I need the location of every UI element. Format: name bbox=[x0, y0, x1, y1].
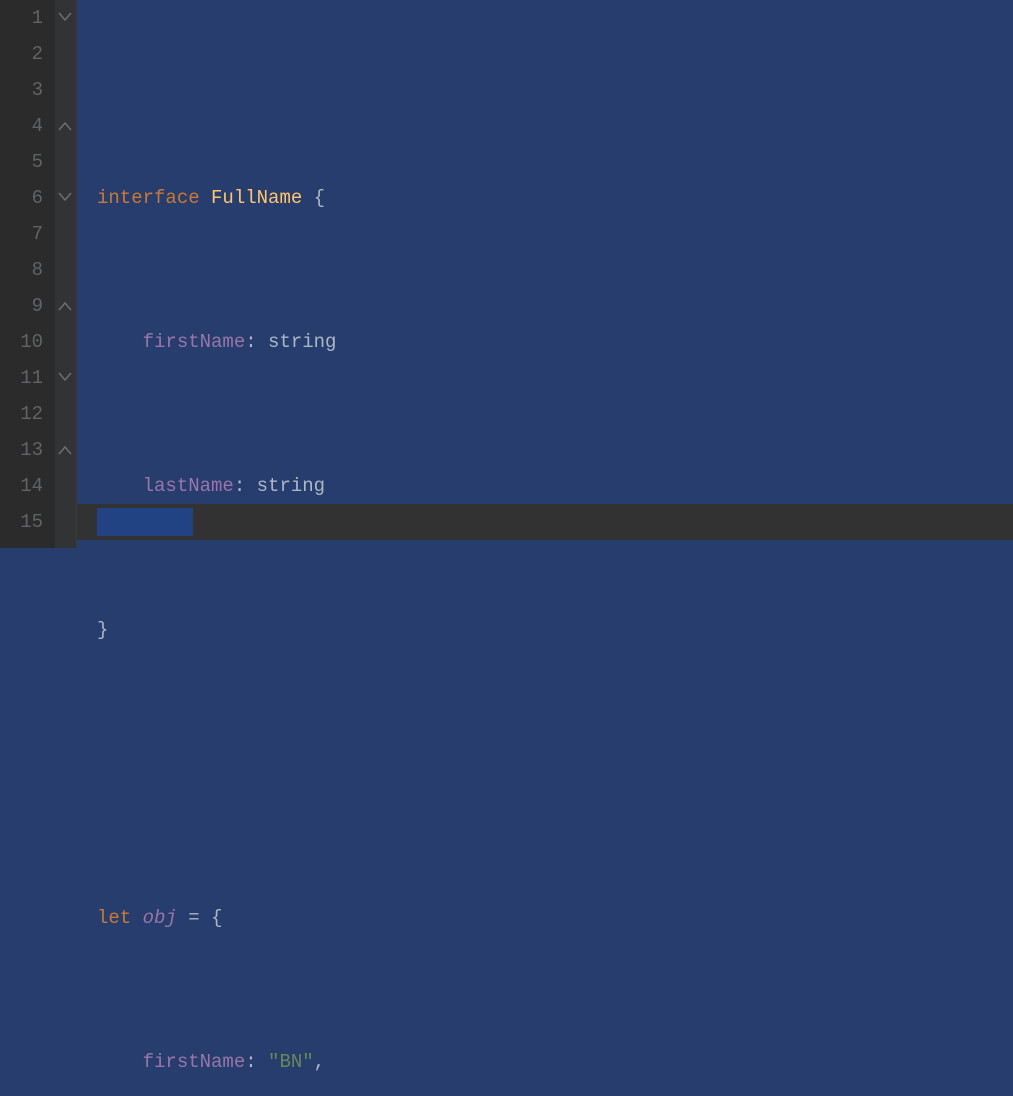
code-line[interactable]: interface FullName { bbox=[97, 180, 1013, 216]
code-editor[interactable]: interface FullName { firstName: string l… bbox=[97, 0, 1013, 548]
fold-gutter-spacer bbox=[55, 72, 77, 108]
type: string bbox=[257, 475, 325, 497]
line-number: 2 bbox=[0, 36, 43, 72]
fold-gutter-spacer bbox=[55, 324, 77, 360]
text-selection bbox=[97, 508, 193, 536]
property: lastName bbox=[143, 475, 234, 497]
fold-close-icon[interactable] bbox=[55, 108, 77, 144]
property: firstName bbox=[143, 331, 246, 353]
keyword: interface bbox=[97, 187, 200, 209]
fold-gutter-spacer bbox=[55, 216, 77, 252]
line-number: 4 bbox=[0, 108, 43, 144]
line-number: 7 bbox=[0, 216, 43, 252]
keyword: let bbox=[97, 907, 131, 929]
type-name: FullName bbox=[211, 187, 302, 209]
code-line[interactable]: } bbox=[97, 612, 1013, 648]
line-number: 15 bbox=[0, 504, 43, 540]
colon: : bbox=[245, 1051, 256, 1073]
line-number: 6 bbox=[0, 180, 43, 216]
fold-close-icon[interactable] bbox=[55, 288, 77, 324]
line-number: 10 bbox=[0, 324, 43, 360]
fold-open-icon[interactable] bbox=[55, 360, 77, 396]
code-line[interactable]: lastName: string bbox=[97, 468, 1013, 504]
line-number: 12 bbox=[0, 396, 43, 432]
type: string bbox=[268, 331, 336, 353]
line-number: 9 bbox=[0, 288, 43, 324]
line-number: 14 bbox=[0, 468, 43, 504]
fold-gutter-spacer bbox=[55, 504, 77, 540]
fold-gutter bbox=[55, 0, 77, 548]
code-line[interactable] bbox=[97, 756, 1013, 792]
fold-open-icon[interactable] bbox=[55, 180, 77, 216]
fold-gutter-spacer bbox=[55, 144, 77, 180]
code-line[interactable]: let obj = { bbox=[97, 900, 1013, 936]
fold-open-icon[interactable] bbox=[55, 0, 77, 36]
fold-close-icon[interactable] bbox=[55, 432, 77, 468]
code-line[interactable]: firstName: string bbox=[97, 324, 1013, 360]
brace: { bbox=[314, 187, 325, 209]
fold-gutter-spacer bbox=[55, 36, 77, 72]
line-number: 8 bbox=[0, 252, 43, 288]
property: firstName bbox=[143, 1051, 246, 1073]
line-number: 5 bbox=[0, 144, 43, 180]
operator: = bbox=[188, 907, 199, 929]
brace: { bbox=[211, 907, 222, 929]
comma: , bbox=[314, 1051, 325, 1073]
line-number: 3 bbox=[0, 72, 43, 108]
colon: : bbox=[245, 331, 256, 353]
line-number: 13 bbox=[0, 432, 43, 468]
line-number: 1 bbox=[0, 0, 43, 36]
fold-gutter-spacer bbox=[55, 396, 77, 432]
code-line[interactable]: firstName: "BN", bbox=[97, 1044, 1013, 1080]
line-number: 11 bbox=[0, 360, 43, 396]
string: "BN" bbox=[268, 1051, 314, 1073]
line-number-gutter: 1 2 3 4 5 6 7 8 9 10 11 12 13 14 15 bbox=[0, 0, 55, 548]
brace: } bbox=[97, 619, 108, 641]
fold-gutter-spacer bbox=[55, 252, 77, 288]
current-line-highlight bbox=[77, 504, 1013, 540]
fold-gutter-spacer bbox=[55, 468, 77, 504]
editor-left-margin bbox=[77, 0, 97, 548]
colon: : bbox=[234, 475, 245, 497]
variable: obj bbox=[143, 907, 177, 929]
